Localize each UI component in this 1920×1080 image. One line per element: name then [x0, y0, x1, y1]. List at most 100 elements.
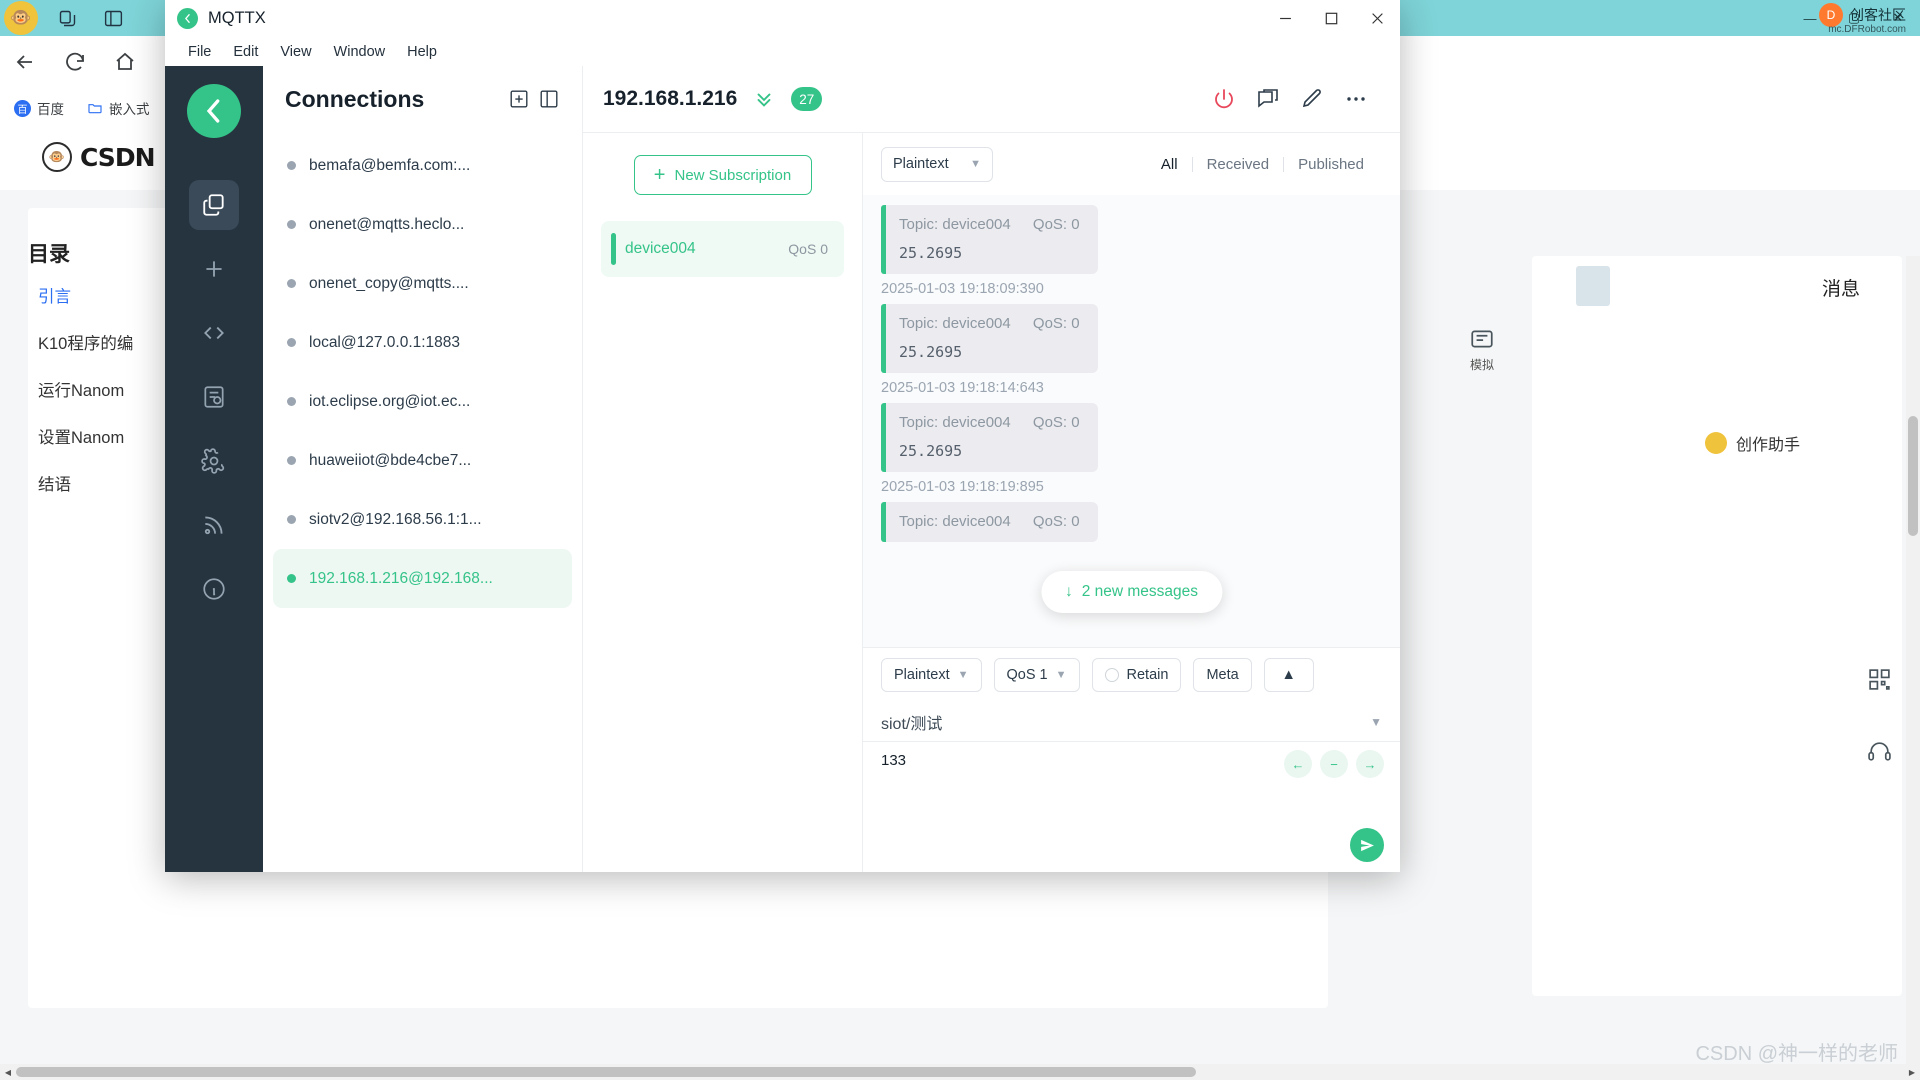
creation-assistant-chip[interactable]: 创作助手 — [1704, 431, 1800, 455]
message-bubble[interactable]: Topic: device004 QoS: 0 — [881, 502, 1098, 542]
message-color-bar — [881, 304, 886, 373]
connections-panel: Connections bemafa@bemfa.com:... onenet@… — [263, 66, 583, 872]
minimize-icon[interactable] — [1262, 0, 1308, 37]
maximize-icon[interactable] — [1308, 0, 1354, 37]
publish-format-select[interactable]: Plaintext ▼ — [881, 658, 982, 692]
message-format-select[interactable]: Plaintext ▼ — [881, 146, 993, 182]
menu-window[interactable]: Window — [323, 41, 397, 63]
home-icon[interactable] — [100, 36, 150, 88]
toc-item-4[interactable]: 结语 — [38, 471, 133, 495]
message-qos: QoS: 0 — [1032, 315, 1080, 332]
connection-label: huaweiiot@bde4cbe7... — [309, 451, 472, 469]
next-payload-icon[interactable]: → — [1356, 750, 1384, 778]
message-bubble[interactable]: Topic: device004 QoS: 0 25.2695 — [881, 205, 1098, 274]
connection-label: onenet@mqtts.heclo... — [309, 215, 465, 233]
close-icon[interactable] — [1354, 0, 1400, 37]
scroll-left-arrow-icon[interactable]: ◀ — [0, 1064, 16, 1080]
connection-item-0[interactable]: bemafa@bemfa.com:... — [273, 136, 572, 195]
scrollbar-thumb[interactable] — [1908, 416, 1918, 536]
chevron-up-icon: ▲ — [1281, 667, 1296, 683]
csdn-logo[interactable]: 🐵 CSDN — [42, 142, 155, 172]
collections-icon[interactable] — [50, 3, 84, 33]
meta-button[interactable]: Meta — [1193, 658, 1252, 692]
folder-icon — [86, 100, 103, 117]
bookmark-baidu[interactable]: 百 百度 — [8, 94, 70, 122]
baidu-favicon: 百 — [14, 99, 31, 117]
connection-item-1[interactable]: onenet@mqtts.heclo... — [273, 195, 572, 254]
split-view-icon[interactable] — [96, 3, 130, 33]
connection-item-6[interactable]: siotv2@192.168.56.1:1... — [273, 490, 572, 549]
message-item: Topic: device004 QoS: 0 25.2695 2025-01-… — [881, 403, 1378, 495]
filter-published[interactable]: Published — [1284, 156, 1378, 173]
toc-item-3[interactable]: 设置Nanom — [38, 424, 133, 448]
sidebar-item-about[interactable] — [189, 564, 239, 614]
collapse-composer-button[interactable]: ▲ — [1263, 658, 1314, 692]
qrcode-icon[interactable] — [1856, 656, 1902, 702]
scroll-right-arrow-icon[interactable]: ▶ — [1904, 1064, 1920, 1080]
filter-all[interactable]: All — [1147, 156, 1192, 173]
subscription-color-bar — [611, 233, 616, 265]
headset-support-icon[interactable] — [1856, 728, 1902, 774]
watermark: CSDN @神一样的老师 — [1695, 1043, 1898, 1065]
scrollbar-thumb[interactable] — [16, 1067, 1196, 1077]
new-messages-toast[interactable]: ↓ 2 new messages — [1040, 571, 1223, 613]
bookmark-embedded-folder[interactable]: 嵌入式 — [80, 94, 156, 122]
more-icon[interactable] — [1334, 77, 1378, 121]
new-connection-icon[interactable] — [504, 84, 534, 114]
toc-item-0[interactable]: 引言 — [38, 283, 133, 307]
connection-item-7[interactable]: 192.168.1.216@192.168... — [273, 549, 572, 608]
sidebar-item-log[interactable] — [189, 372, 239, 422]
new-subscription-button[interactable]: + New Subscription — [633, 155, 812, 195]
radio-icon — [1104, 668, 1119, 682]
page-horizontal-scrollbar[interactable]: ◀ ▶ — [0, 1064, 1920, 1080]
clear-payload-icon[interactable]: − — [1320, 750, 1348, 778]
publish-payload-field[interactable]: 133 ← − → — [863, 742, 1400, 872]
chevron-double-down-icon[interactable] — [753, 88, 775, 110]
profile-avatar-icon[interactable]: 🐵 — [4, 1, 38, 35]
new-messages-label: 2 new messages — [1081, 583, 1199, 600]
simulation-tool[interactable]: 模拟 — [1469, 326, 1495, 373]
browser-tabs[interactable]: 🐵 — [0, 0, 130, 36]
message-bubble[interactable]: Topic: device004 QoS: 0 25.2695 — [881, 304, 1098, 373]
assistant-avatar-icon — [1704, 432, 1727, 454]
toc-item-1[interactable]: K10程序的编 — [38, 330, 133, 354]
send-message-button[interactable] — [1350, 828, 1384, 862]
message-bubble[interactable]: Topic: device004 QoS: 0 25.2695 — [881, 403, 1098, 472]
publish-composer: Plaintext ▼ QoS 1 ▼ Retain Meta ▲ siot/测… — [863, 647, 1400, 872]
publish-topic-value: siot/测试 — [881, 715, 943, 733]
filter-received[interactable]: Received — [1193, 156, 1284, 173]
reload-icon[interactable] — [50, 36, 100, 88]
connection-item-5[interactable]: huaweiiot@bde4cbe7... — [273, 431, 572, 490]
sidebar-item-settings[interactable] — [189, 436, 239, 486]
messages-list[interactable]: Topic: device004 QoS: 0 25.2695 2025-01-… — [863, 195, 1400, 647]
menu-file[interactable]: File — [177, 41, 222, 63]
retain-toggle[interactable]: Retain — [1091, 658, 1182, 692]
menu-help[interactable]: Help — [396, 41, 448, 63]
connection-label: local@127.0.0.1:1883 — [309, 333, 461, 351]
chevron-down-icon[interactable]: ▼ — [1370, 715, 1382, 729]
connection-item-4[interactable]: iot.eclipse.org@iot.ec... — [273, 372, 572, 431]
sidebar-item-broadcast[interactable] — [189, 500, 239, 550]
edit-icon[interactable] — [1290, 77, 1334, 121]
sidebar-item-new[interactable] — [189, 244, 239, 294]
back-arrow-icon[interactable] — [0, 36, 50, 88]
subscriptions-panel: + New Subscription device004 QoS 0 — [583, 133, 863, 872]
toggle-layout-icon[interactable] — [534, 84, 564, 114]
sidebar-item-scripts[interactable] — [189, 308, 239, 358]
menu-edit[interactable]: Edit — [222, 41, 269, 63]
sidebar-item-connections[interactable] — [189, 180, 239, 230]
page-vertical-scrollbar[interactable] — [1906, 256, 1920, 1080]
main-panel: 192.168.1.216 27 + New Subscription devi… — [583, 66, 1400, 872]
chat-icon[interactable] — [1246, 77, 1290, 121]
menu-view[interactable]: View — [269, 41, 322, 63]
plus-icon: + — [653, 164, 666, 186]
connection-item-3[interactable]: local@127.0.0.1:1883 — [273, 313, 572, 372]
disconnect-icon[interactable] — [1202, 77, 1246, 121]
connection-label: onenet_copy@mqtts.... — [309, 274, 469, 292]
subscription-item[interactable]: device004 QoS 0 — [601, 221, 844, 277]
previous-payload-icon[interactable]: ← — [1284, 750, 1312, 778]
publish-qos-select[interactable]: QoS 1 ▼ — [993, 658, 1080, 692]
publish-topic-field[interactable]: siot/测试 ▼ — [863, 702, 1400, 742]
toc-item-2[interactable]: 运行Nanom — [38, 377, 133, 401]
connection-item-2[interactable]: onenet_copy@mqtts.... — [273, 254, 572, 313]
